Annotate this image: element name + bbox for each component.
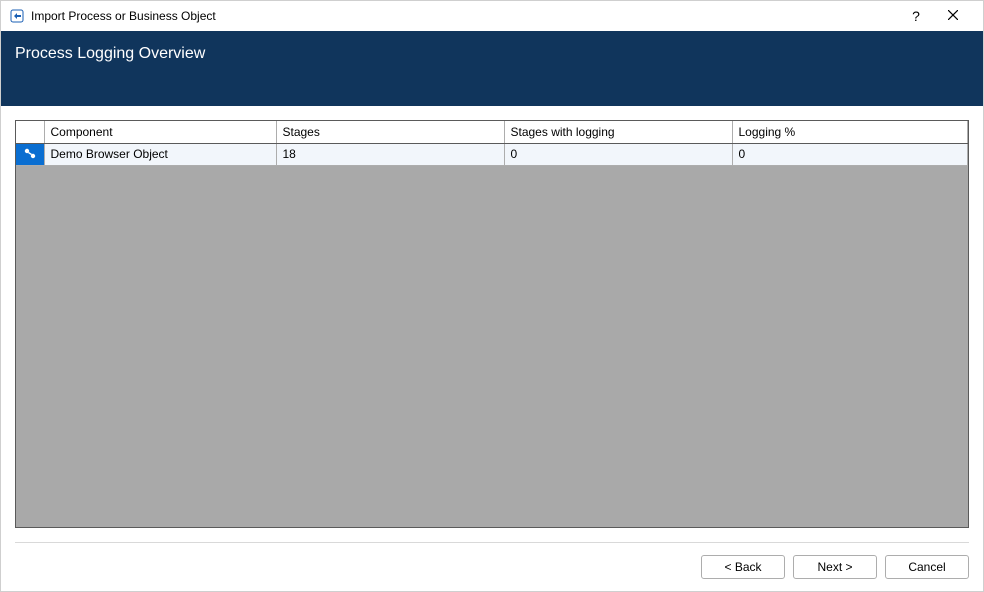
titlebar: Import Process or Business Object ? bbox=[1, 1, 983, 31]
cell-stages: 18 bbox=[276, 143, 504, 165]
column-header-component[interactable]: Component bbox=[44, 121, 276, 143]
content-area: Component Stages Stages with logging Log… bbox=[1, 106, 983, 543]
table-row[interactable]: Demo Browser Object 18 0 0 bbox=[16, 143, 968, 165]
grid-header-row: Component Stages Stages with logging Log… bbox=[16, 121, 968, 143]
object-icon bbox=[16, 146, 44, 162]
next-button[interactable]: Next > bbox=[793, 555, 877, 579]
row-icon-cell bbox=[16, 143, 44, 165]
close-icon bbox=[948, 9, 958, 23]
cell-stages-with-logging: 0 bbox=[504, 143, 732, 165]
cell-component: Demo Browser Object bbox=[44, 143, 276, 165]
help-icon: ? bbox=[912, 8, 920, 24]
wizard-footer: < Back Next > Cancel bbox=[1, 543, 983, 591]
help-button[interactable]: ? bbox=[901, 1, 931, 31]
close-button[interactable] bbox=[931, 1, 975, 31]
column-header-icon[interactable] bbox=[16, 121, 44, 143]
window-title: Import Process or Business Object bbox=[31, 9, 216, 23]
column-header-stages[interactable]: Stages bbox=[276, 121, 504, 143]
cell-logging-pct: 0 bbox=[732, 143, 968, 165]
app-icon bbox=[9, 8, 25, 24]
import-wizard-window: Import Process or Business Object ? Proc… bbox=[0, 0, 984, 592]
back-button[interactable]: < Back bbox=[701, 555, 785, 579]
logging-grid[interactable]: Component Stages Stages with logging Log… bbox=[15, 120, 969, 528]
page-title: Process Logging Overview bbox=[15, 45, 205, 63]
cancel-button[interactable]: Cancel bbox=[885, 555, 969, 579]
column-header-stages-with-logging[interactable]: Stages with logging bbox=[504, 121, 732, 143]
column-header-logging-pct[interactable]: Logging % bbox=[732, 121, 968, 143]
wizard-banner: Process Logging Overview bbox=[1, 31, 983, 106]
grid-empty-area bbox=[16, 166, 968, 528]
